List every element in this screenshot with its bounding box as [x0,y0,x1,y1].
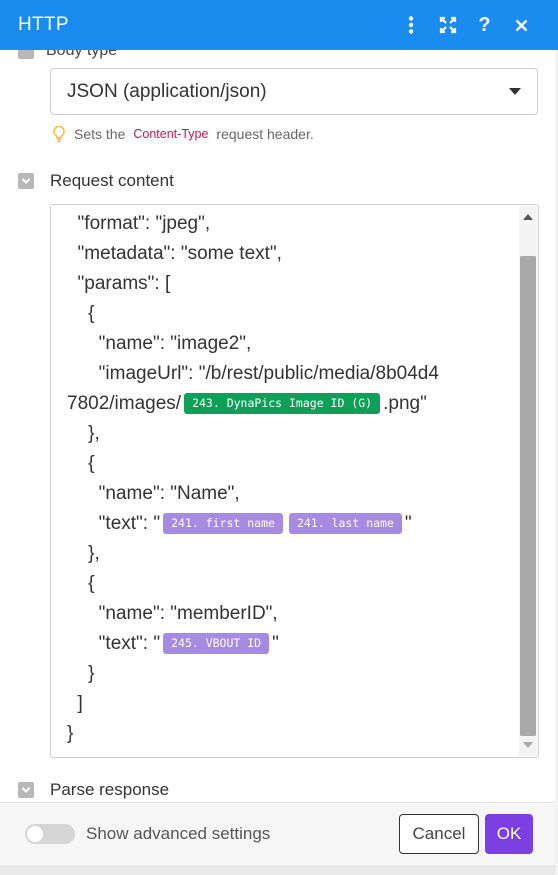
bottom-edge [0,865,558,875]
header-actions: ? [392,5,540,45]
cancel-button[interactable]: Cancel [399,814,479,854]
body-type-label-row: Body type [18,50,117,60]
body-type-value: JSON (application/json) [67,80,267,102]
advanced-settings-toggle[interactable] [25,824,75,844]
code-line[interactable]: }, [67,419,517,449]
request-content-header[interactable]: Request content [18,171,174,191]
code-line[interactable]: "text": " 245. VBOUT ID " [67,629,517,659]
code-line[interactable]: "name": "Name", [67,479,517,509]
close-icon[interactable] [503,5,540,45]
help-icon[interactable]: ? [466,5,503,45]
code-text-after: " [404,513,412,534]
code-line[interactable]: } [67,719,517,749]
modal-body: Body type JSON (application/json) Sets t… [0,50,558,802]
code-text: "name": "Name", [67,483,240,504]
code-text: } [67,723,74,744]
code-text-after: " [272,633,279,654]
code-line[interactable]: { [67,299,517,329]
code-text: }, [67,543,100,564]
chevron-down-icon [509,88,521,95]
body-type-select[interactable]: JSON (application/json) [50,68,538,115]
code-line[interactable]: "name": "image2", [67,329,517,359]
code-lines[interactable]: "format": "jpeg", "metadata": "some text… [67,209,517,749]
content-type-hint: Sets the Content-Type request header. [52,125,314,143]
code-text: "format": "jpeg", [67,213,211,234]
mapped-variable-pill[interactable]: 243. DynaPics Image ID (G) [184,393,381,414]
code-line[interactable]: "params": [ [67,269,517,299]
code-line[interactable]: }, [67,539,517,569]
code-line[interactable]: ] [67,689,517,719]
code-line[interactable]: "metadata": "some text", [67,239,517,269]
code-line[interactable]: { [67,569,517,599]
code-text: }, [67,423,100,444]
request-content-label: Request content [50,171,174,190]
lightbulb-icon [53,125,65,143]
code-text: "name": "image2", [67,333,252,354]
mapped-variable-pill[interactable]: 245. VBOUT ID [163,633,270,654]
parse-response-header[interactable]: Parse response [18,780,169,800]
chevron-down-icon[interactable] [18,173,34,189]
code-text: { [67,453,95,474]
expand-icon[interactable] [429,5,466,45]
code-line[interactable]: "imageUrl": "/b/rest/public/media/8b04d4 [67,359,517,389]
code-line[interactable]: } [67,659,517,689]
code-text: "name": "memberID", [67,603,278,624]
ok-button[interactable]: OK [485,814,533,854]
code-text: "text": " [67,513,161,534]
more-vertical-icon[interactable] [392,5,429,45]
collapse-icon[interactable] [18,50,34,59]
hint-suffix: request header. [216,126,314,142]
code-line[interactable]: "text": " 241. first name 241. last name " [67,509,517,539]
chevron-down-icon[interactable] [18,782,34,798]
code-text: 7802/images/ [67,393,182,414]
code-text: ] [67,693,83,714]
code-line[interactable]: 7802/images/243. DynaPics Image ID (G) .p… [67,389,517,419]
scrollbar-thumb[interactable] [520,256,536,736]
code-text: "imageUrl": "/b/rest/public/media/8b04d4 [67,363,439,384]
code-line[interactable]: "format": "jpeg", [67,209,517,239]
request-content-editor[interactable]: "format": "jpeg", "metadata": "some text… [50,204,539,758]
code-text: } [67,663,95,684]
mapped-variable-pill[interactable]: 241. first name [163,513,283,534]
editor-scrollbar[interactable] [519,206,537,756]
code-text: { [67,303,95,324]
code-text-after: .png" [383,393,427,414]
code-text: "params": [ [67,273,171,294]
scroll-up-icon[interactable] [523,214,533,220]
code-line[interactable]: { [67,449,517,479]
hint-code: Content-Type [133,127,209,141]
code-text: { [67,573,95,594]
modal-title: HTTP [18,14,69,35]
toggle-knob [27,826,43,842]
body-type-label: Body type [46,50,118,59]
mapped-variable-pill[interactable]: 241. last name [288,513,402,534]
code-text: "text": " [67,633,161,654]
code-text: "metadata": "some text", [67,243,282,264]
code-line[interactable]: "name": "memberID", [67,599,517,629]
scroll-down-icon[interactable] [523,742,533,748]
modal-footer: Show advanced settings Cancel OK [0,802,558,865]
modal-header: HTTP ? [0,0,558,50]
parse-response-label: Parse response [50,780,170,799]
advanced-settings-label[interactable]: Show advanced settings [86,824,399,844]
hint-prefix: Sets the [74,126,126,142]
